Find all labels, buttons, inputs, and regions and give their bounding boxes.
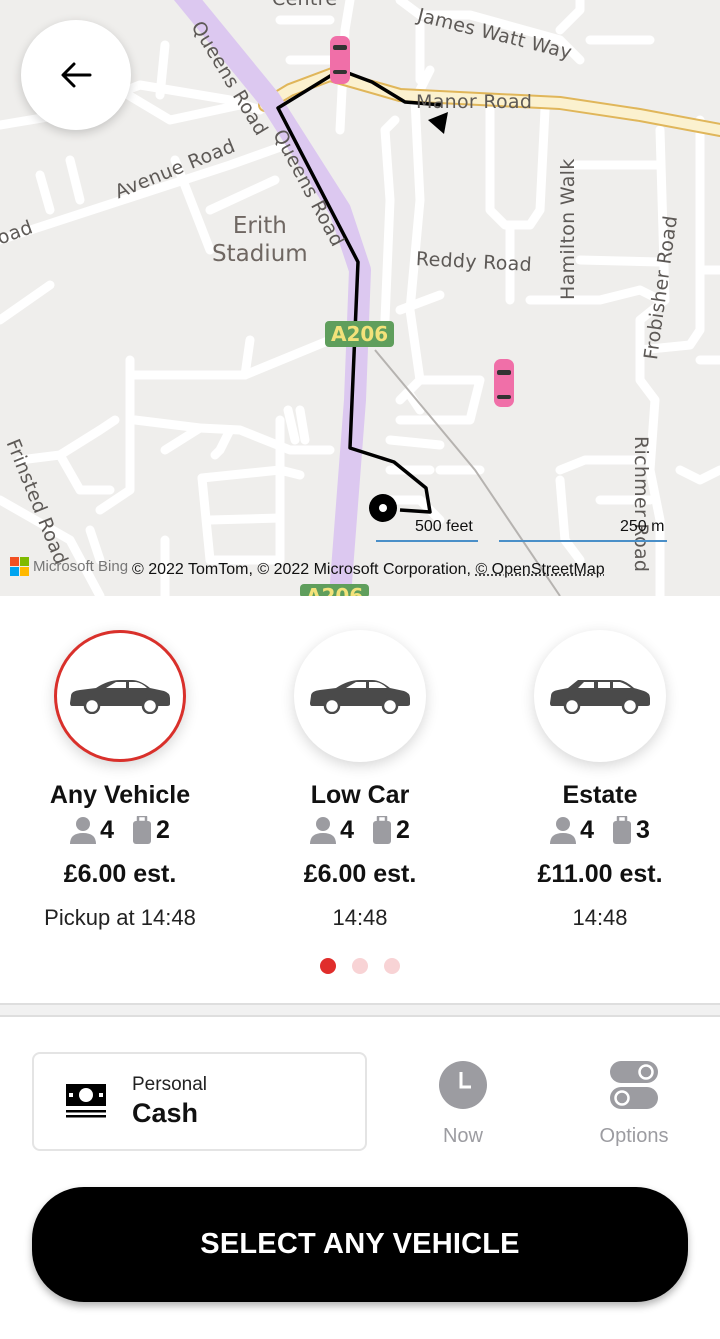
map-label-hamilton-walk: Hamilton Walk xyxy=(557,158,579,300)
map-label-manor-road: Manor Road xyxy=(416,91,533,113)
vehicle-option-estate[interactable]: Estate 4 3 £11.00 est. 14:48 xyxy=(480,630,720,931)
toggles-icon xyxy=(610,1061,658,1109)
now-label: Now xyxy=(442,1125,483,1147)
vehicle-pickup-time: 14:48 xyxy=(572,905,628,930)
map-label-erith: Erith xyxy=(232,213,287,239)
options-button[interactable]: Options xyxy=(574,1060,694,1148)
select-vehicle-button[interactable]: SELECT ANY VEHICLE xyxy=(32,1187,688,1302)
luggage-icon xyxy=(613,816,631,844)
cash-icon xyxy=(66,1083,106,1117)
payment-method: Cash xyxy=(132,1098,199,1128)
vehicle-name: Estate xyxy=(562,781,638,809)
scale-line-metric xyxy=(499,540,667,542)
openstreetmap-link[interactable]: © OpenStreetMap xyxy=(475,561,604,578)
map-label-erith-stadium: Erith Stadium xyxy=(212,212,308,268)
vehicle-option-any-vehicle[interactable]: Any Vehicle 4 2 £6.00 est. Pickup at 14:… xyxy=(0,630,240,931)
scale-imperial: 500 feet xyxy=(415,518,473,535)
vehicle-price: £11.00 est. xyxy=(537,860,663,888)
luggage-icon xyxy=(373,816,391,844)
luggage-count: 2 xyxy=(396,815,410,844)
map-view[interactable]: Centre James Watt Way Queens Road Queens… xyxy=(0,0,720,596)
vehicle-icon-circle[interactable] xyxy=(54,630,186,762)
bing-logo-text: Microsoft Bing xyxy=(33,558,129,575)
schedule-now-button[interactable]: Now xyxy=(403,1060,523,1148)
passenger-count: 4 xyxy=(580,815,594,844)
map-attribution: © 2022 TomTom, © 2022 Microsoft Corporat… xyxy=(132,561,605,579)
vehicle-option-low-car[interactable]: Low Car 4 2 £6.00 est. 14:48 xyxy=(240,630,480,931)
vehicle-selector: Any Vehicle 4 2 £6.00 est. Pickup at 14:… xyxy=(0,596,720,1006)
destination-arrow-icon xyxy=(428,112,448,134)
arrow-left-icon xyxy=(61,62,92,88)
vehicle-capacity: 4 3 xyxy=(480,814,720,846)
passenger-icon xyxy=(70,817,97,844)
microsoft-logo-icon xyxy=(10,557,29,576)
taxi-icon xyxy=(494,359,514,407)
taxi-icon xyxy=(330,36,350,84)
pickup-marker-icon xyxy=(369,494,397,522)
passenger-count: 4 xyxy=(100,815,114,844)
vehicle-name: Low Car xyxy=(310,781,410,809)
map-label-centre: Centre xyxy=(272,0,337,10)
passenger-count: 4 xyxy=(340,815,354,844)
passenger-icon xyxy=(550,817,577,844)
payment-method-button[interactable]: Personal Cash xyxy=(32,1052,367,1151)
payment-type: Personal xyxy=(132,1074,207,1095)
estate-car-icon xyxy=(550,680,650,714)
back-button[interactable] xyxy=(21,20,131,130)
vehicle-pickup-time: 14:48 xyxy=(332,905,388,930)
sedan-car-icon xyxy=(70,680,170,714)
clock-icon xyxy=(439,1061,487,1109)
vehicle-icon-circle[interactable] xyxy=(534,630,666,762)
vehicle-capacity: 4 2 xyxy=(0,814,240,846)
payment-text: Personal Cash xyxy=(132,1074,207,1129)
passenger-icon xyxy=(310,817,337,844)
map-label-richmer-road: Richmer Road xyxy=(630,436,652,573)
section-divider xyxy=(0,1003,720,1017)
pagination-dot-3[interactable] xyxy=(384,958,400,974)
attribution-text: © 2022 TomTom, © 2022 Microsoft Corporat… xyxy=(132,561,476,578)
pagination-dot-1[interactable] xyxy=(320,958,336,974)
luggage-count: 2 xyxy=(156,815,170,844)
scale-metric: 250 m xyxy=(620,518,665,535)
sedan-car-icon xyxy=(310,680,410,714)
vehicle-pickup-time: Pickup at 14:48 xyxy=(44,905,196,930)
road-shield-a206: A206 xyxy=(325,321,395,347)
luggage-icon xyxy=(133,816,151,844)
vehicle-price: £6.00 est. xyxy=(63,860,177,888)
scale-line-imperial xyxy=(376,540,478,542)
vehicle-capacity: 4 2 xyxy=(240,814,480,846)
options-label: Options xyxy=(599,1125,669,1147)
pagination-dot-2[interactable] xyxy=(352,958,368,974)
map-label-stadium: Stadium xyxy=(212,241,308,267)
road-shield-a206-bottom: A206 xyxy=(300,584,370,596)
vehicle-icon-circle[interactable] xyxy=(294,630,426,762)
luggage-count: 3 xyxy=(636,815,650,844)
vehicle-name: Any Vehicle xyxy=(49,781,191,809)
vehicle-price: £6.00 est. xyxy=(303,860,417,888)
bing-logo: Microsoft Bing xyxy=(10,557,128,576)
pagination-dots xyxy=(0,958,720,974)
